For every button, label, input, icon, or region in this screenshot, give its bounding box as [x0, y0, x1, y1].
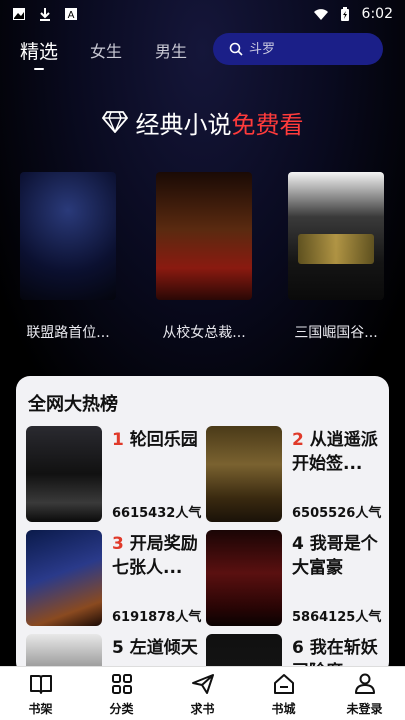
nav-request-book[interactable]: 求书 — [168, 671, 238, 717]
hot-list-item[interactable]: 4 我哥是个大富豪 5864125人气 — [206, 530, 386, 630]
featured-book-cover-3[interactable] — [288, 172, 384, 300]
nav-account-label: 未登录 — [346, 701, 383, 716]
book-title: 2 从逍遥派开始签... — [292, 430, 378, 474]
book-cover — [26, 530, 102, 626]
book-title: 3 开局奖励七张人... — [112, 534, 198, 578]
search-bar[interactable] — [213, 33, 383, 65]
bottom-nav: 书架 分类 求书 书城 未登录 — [0, 666, 405, 720]
featured-book-title-3[interactable]: 三国崛国谷... — [276, 322, 396, 342]
nav-bookshelf-label: 书架 — [28, 701, 53, 716]
tab-female[interactable]: 女生 — [90, 32, 122, 68]
tab-featured-label: 精选 — [20, 40, 59, 63]
hot-list-item[interactable]: 3 开局奖励七张人... 6191878人气 — [26, 530, 206, 630]
svg-text:A: A — [68, 10, 75, 21]
hot-list-card: 全网大热榜 1 轮回乐园 6615432人气 2 从逍遥派开始签... 6505… — [16, 376, 389, 676]
battery-icon — [340, 7, 349, 21]
tab-female-label: 女生 — [90, 42, 123, 61]
book-title: 1 轮回乐园 — [112, 430, 198, 450]
nav-bookshelf[interactable]: 书架 — [6, 671, 76, 717]
tab-featured[interactable]: 精选 — [20, 32, 59, 70]
hot-list-title: 全网大热榜 — [28, 394, 118, 415]
book-cover — [206, 530, 282, 626]
nav-request-book-label: 求书 — [190, 701, 215, 716]
nav-bookstore[interactable]: 书城 — [249, 671, 319, 717]
font-notification-icon: A — [65, 8, 77, 21]
banner-text: 经典小说免费看 — [135, 110, 304, 139]
featured-book-cover-1[interactable] — [20, 172, 116, 300]
nav-bookstore-label: 书城 — [271, 701, 296, 716]
featured-book-cover-2[interactable] — [156, 172, 252, 300]
nav-account[interactable]: 未登录 — [330, 671, 400, 717]
download-icon — [40, 8, 50, 21]
book-title: 5 左道倾天 — [112, 638, 198, 658]
status-bar: A 6:02 — [0, 0, 405, 28]
book-title: 4 我哥是个大富豪 — [292, 534, 378, 578]
book-popularity: 5864125人气 — [292, 610, 382, 625]
promo-banner: 经典小说免费看 — [0, 104, 405, 140]
tab-male[interactable]: 男生 — [155, 32, 187, 68]
search-input[interactable] — [249, 41, 369, 57]
cover-3-title-art — [298, 234, 374, 264]
featured-books: 联盟路首位... 从校女总裁... 三国崛国谷... — [0, 172, 405, 352]
hot-list-item[interactable]: 1 轮回乐园 6615432人气 — [26, 426, 206, 526]
user-icon — [354, 673, 375, 694]
book-cover — [26, 426, 102, 522]
book-cover — [206, 426, 282, 522]
tab-male-label: 男生 — [155, 42, 188, 61]
home-icon — [273, 673, 294, 694]
book-popularity: 6191878人气 — [112, 610, 202, 625]
image-notification-icon — [13, 8, 25, 20]
cover-2-art-text — [164, 254, 244, 284]
book-popularity: 6505526人气 — [292, 506, 382, 521]
diamond-icon — [101, 111, 128, 133]
grid-icon — [111, 673, 132, 694]
featured-book-title-2[interactable]: 从校女总裁... — [144, 322, 264, 342]
featured-book-title-1[interactable]: 联盟路首位... — [8, 322, 128, 342]
nav-category[interactable]: 分类 — [87, 671, 157, 717]
search-icon — [229, 42, 243, 56]
send-icon — [191, 673, 214, 694]
status-time: 6:02 — [361, 6, 393, 22]
hot-list-item[interactable]: 2 从逍遥派开始签... 6505526人气 — [206, 426, 386, 526]
book-popularity: 6615432人气 — [112, 506, 202, 521]
book-icon — [29, 674, 52, 694]
wifi-icon — [313, 9, 328, 20]
nav-category-label: 分类 — [109, 701, 134, 716]
